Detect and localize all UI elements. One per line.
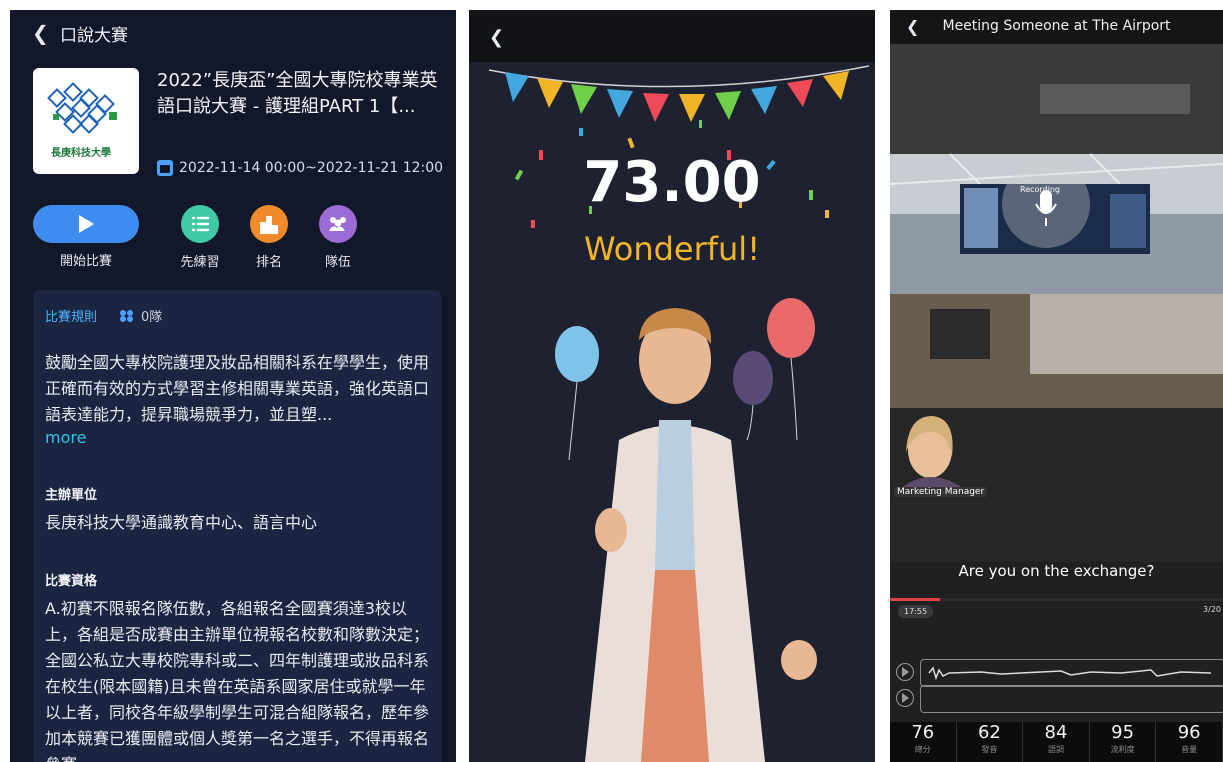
team-icon xyxy=(319,205,357,243)
score-pronunciation: 62 發音 xyxy=(957,722,1024,762)
score-value: 96 xyxy=(1177,722,1201,743)
play-reference-button[interactable] xyxy=(896,663,914,681)
back-chevron-icon[interactable]: ❮ xyxy=(489,27,504,48)
celebration-graphic xyxy=(488,65,870,762)
conversation-screen: ❮ Meeting Someone at The Airport Recordi… xyxy=(890,10,1223,762)
airport-scene-image xyxy=(890,44,1223,408)
rules-description: 鼓勵全國大專校院護理及妝品相關科系在學學生，使用正確而有效的方式學習主修相關專業… xyxy=(45,353,430,424)
organizer-value: 長庚科技大學通識教育中心、語言中心 xyxy=(45,513,318,532)
question-text: Are you on the exchange? xyxy=(958,562,1155,580)
bunting-flags-icon xyxy=(505,71,849,122)
team-count: 0隊 xyxy=(119,306,162,325)
recording-label: Recording xyxy=(1020,185,1061,194)
score-intonation: 84 語調 xyxy=(1023,722,1090,762)
back-chevron-icon[interactable]: ❮ xyxy=(32,21,49,45)
contest-logo: 長庚科技大學 xyxy=(33,68,139,174)
score-label: 音量 xyxy=(1181,745,1198,754)
cartoon-character xyxy=(585,308,817,762)
user-waveform xyxy=(920,685,1223,713)
podium-icon xyxy=(250,205,288,243)
competition-title: 2022”長庚盃”全國大專院校專業英語口說大賽 - 護理組PART 1【... xyxy=(157,70,438,117)
score-label: 流利度 xyxy=(1110,745,1135,754)
team-button[interactable]: 隊伍 xyxy=(308,205,368,270)
lesson-title: Meeting Someone at The Airport xyxy=(942,18,1171,34)
people-icon xyxy=(119,310,135,321)
rules-header: 比賽規則 0隊 xyxy=(45,306,162,325)
rules-tab[interactable]: 比賽規則 xyxy=(45,306,97,325)
rating-text: Wonderful! xyxy=(583,230,761,268)
top-bar: ❮ 口說大賽 xyxy=(10,10,456,54)
rules-card: 比賽規則 0隊 鼓勵全國大專校院護理及妝品相關科系在學學生，使用正確而有效的方式… xyxy=(33,290,441,762)
top-bar: ❮ Meeting Someone at The Airport xyxy=(890,10,1223,44)
organizer-heading: 主辦單位 xyxy=(45,488,98,503)
score-total: 76 總分 xyxy=(890,722,957,762)
score-value: 95 xyxy=(1111,722,1135,743)
practice-label: 先練習 xyxy=(180,255,220,270)
top-bar: ❮ xyxy=(469,10,875,62)
ranking-button[interactable]: 排名 xyxy=(239,205,299,270)
team-label: 隊伍 xyxy=(324,255,351,270)
more-link[interactable]: more xyxy=(45,428,86,447)
team-count-value: 0隊 xyxy=(141,310,163,325)
score-label: 語調 xyxy=(1047,745,1064,754)
calendar-icon xyxy=(157,160,173,176)
list-icon xyxy=(181,205,219,243)
score-value: 84 xyxy=(1044,722,1068,743)
score-bar: 76 總分 62 發音 84 語調 95 流利度 96 音量 xyxy=(890,722,1223,762)
practice-button[interactable]: 先練習 xyxy=(170,205,230,270)
total-score: 73.00 xyxy=(583,150,761,215)
progress-bar xyxy=(890,598,1223,601)
score-value: 62 xyxy=(977,722,1001,743)
eligibility-value: A.初賽不限報名隊伍數，各組報名全國賽須達3校以上，各組是否成賽由主辦單位視報名… xyxy=(45,599,430,762)
result-screen: ❮ 73.00 Wonderful! xyxy=(469,10,875,762)
elapsed-time: 17:55 xyxy=(898,605,934,618)
score-fluency: 95 流利度 xyxy=(1090,722,1157,762)
start-competition-label: 開始比賽 xyxy=(59,254,112,269)
date-range-row: 2022-11-14 00:00~2022-11-21 12:00 xyxy=(157,160,443,176)
play-recording-button[interactable] xyxy=(896,689,914,707)
contest-detail-screen: ❮ 口說大賽 長庚科技大學 2022”長庚盃”全國大專院校專業英語口說大賽 - … xyxy=(10,10,456,762)
score-label: 發音 xyxy=(981,745,998,754)
eligibility-heading: 比賽資格 xyxy=(45,574,98,589)
speaker-avatar-label: Marketing Manager xyxy=(894,487,988,497)
page-title: 口說大賽 xyxy=(60,26,128,46)
start-competition-button[interactable] xyxy=(33,205,139,243)
score-value: 76 xyxy=(911,722,935,743)
video-area xyxy=(890,408,1223,562)
logo-text: 長庚科技大學 xyxy=(51,148,111,159)
ranking-label: 排名 xyxy=(255,255,282,270)
date-range: 2022-11-14 00:00~2022-11-21 12:00 xyxy=(179,160,444,176)
score-label: 總分 xyxy=(914,745,931,754)
reference-waveform xyxy=(920,659,1223,687)
score-volume: 96 音量 xyxy=(1156,722,1223,762)
question-counter: 3/20 xyxy=(1203,605,1221,614)
progress-fill xyxy=(890,598,940,601)
